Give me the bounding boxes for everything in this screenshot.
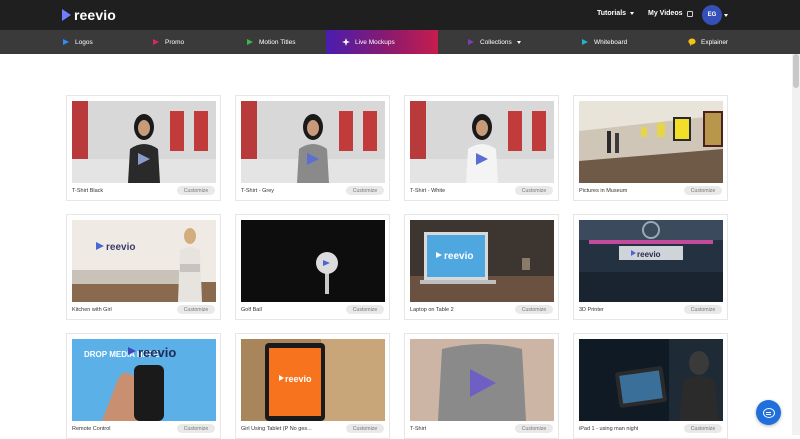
- customize-button[interactable]: Customize: [346, 186, 384, 195]
- template-title: T-Shirt - White: [410, 188, 446, 194]
- tab-label: Explainer: [701, 38, 729, 46]
- template-thumbnail[interactable]: [410, 339, 554, 421]
- template-title: Remote Control: [72, 426, 111, 432]
- template-card[interactable]: T-Shirt - White Customize: [404, 95, 559, 201]
- motion-titles-icon: [247, 39, 253, 45]
- customize-button[interactable]: Customize: [346, 424, 384, 433]
- template-title: T-Shirt - Grey: [241, 188, 275, 194]
- tab-live-mockups[interactable]: Live Mockups: [326, 30, 438, 54]
- tab-label: Collections: [480, 38, 512, 46]
- external-link-icon: [686, 10, 693, 17]
- template-card[interactable]: Pictures in Museum Customize: [573, 95, 728, 201]
- thumb-brand-text: reevio: [444, 251, 473, 262]
- thumb-brand-text: reevio: [637, 250, 661, 259]
- template-card[interactable]: Golf Ball Customize: [235, 214, 390, 320]
- template-title: T-Shirt: [410, 426, 427, 432]
- template-title: Golf Ball: [241, 307, 262, 313]
- template-thumbnail[interactable]: reevio: [579, 220, 723, 302]
- template-thumbnail[interactable]: [579, 101, 723, 183]
- chat-icon: [762, 407, 775, 418]
- chevron-down-icon[interactable]: [724, 14, 728, 17]
- customize-button[interactable]: Customize: [515, 424, 553, 433]
- thumb-brand-text: reevio: [285, 374, 312, 384]
- tutorials-menu[interactable]: Tutorials: [597, 10, 635, 17]
- template-thumbnail[interactable]: [410, 101, 554, 183]
- my-videos-label: My Videos: [648, 10, 683, 17]
- brand-name: reevio: [74, 7, 116, 23]
- thumb-brand-text: reevio: [106, 242, 135, 253]
- whiteboard-icon: [582, 39, 588, 45]
- template-card[interactable]: reevio Girl Using Tablet (P No ges... Cu…: [235, 333, 390, 439]
- template-title: Girl Using Tablet (P No ges...: [241, 426, 312, 432]
- tab-collections[interactable]: Collections: [467, 30, 547, 54]
- template-card[interactable]: T-Shirt - Grey Customize: [235, 95, 390, 201]
- tab-promo[interactable]: Promo: [152, 30, 212, 54]
- customize-button[interactable]: Customize: [515, 186, 553, 195]
- template-thumbnail[interactable]: [241, 220, 385, 302]
- customize-button[interactable]: Customize: [177, 424, 215, 433]
- tab-explainer[interactable]: Explainer: [688, 30, 748, 54]
- top-bar: reevio Tutorials My Videos EG: [0, 0, 800, 30]
- tutorials-label: Tutorials: [597, 10, 627, 17]
- template-thumbnail[interactable]: [579, 339, 723, 421]
- template-title: Kitchen with Girl: [72, 307, 112, 313]
- template-card[interactable]: T-Shirt Black Customize: [66, 95, 221, 201]
- tab-whiteboard[interactable]: Whiteboard: [581, 30, 651, 54]
- template-thumbnail[interactable]: reevio: [410, 220, 554, 302]
- template-card[interactable]: T-Shirt Customize: [404, 333, 559, 439]
- logos-icon: [63, 39, 69, 45]
- chat-button[interactable]: [756, 400, 781, 425]
- template-card[interactable]: reevio Kitchen with Girl Customize: [66, 214, 221, 320]
- my-videos-link[interactable]: My Videos: [648, 10, 693, 17]
- template-title: iPad 1 - using man night: [579, 426, 639, 432]
- tab-motion-titles[interactable]: Motion Titles: [246, 30, 326, 54]
- template-thumbnail[interactable]: [72, 101, 216, 183]
- tab-label: Promo: [165, 38, 185, 46]
- chevron-down-icon: [630, 12, 635, 15]
- category-bar: Logos Promo Motion Titles Live Mockups C…: [0, 30, 800, 54]
- play-icon: [62, 9, 71, 21]
- customize-button[interactable]: Customize: [684, 305, 722, 314]
- template-title: Laptop on Table 2: [410, 307, 454, 313]
- template-card[interactable]: DROP MEDIA HERE reevio Remote Control Cu…: [66, 333, 221, 439]
- template-thumbnail[interactable]: reevio: [72, 220, 216, 302]
- tab-label: Motion Titles: [259, 38, 296, 46]
- template-thumbnail[interactable]: reevio: [241, 339, 385, 421]
- tab-label: Logos: [75, 38, 93, 46]
- customize-button[interactable]: Customize: [684, 424, 722, 433]
- customize-button[interactable]: Customize: [177, 186, 215, 195]
- template-title: 3D Printer: [579, 307, 604, 313]
- explainer-icon: [688, 38, 696, 46]
- customize-button[interactable]: Customize: [177, 305, 215, 314]
- live-mockups-icon: [342, 38, 350, 46]
- thumb-brand-text: reevio: [138, 345, 176, 360]
- reevio-logo[interactable]: reevio: [62, 7, 116, 23]
- customize-button[interactable]: Customize: [515, 305, 553, 314]
- promo-icon: [153, 39, 159, 45]
- template-title: T-Shirt Black: [72, 188, 104, 194]
- template-card[interactable]: reevio 3D Printer Customize: [573, 214, 728, 320]
- template-card[interactable]: iPad 1 - using man night Customize: [573, 333, 728, 439]
- template-thumbnail[interactable]: DROP MEDIA HERE reevio: [72, 339, 216, 421]
- tab-label: Live Mockups: [355, 38, 395, 46]
- template-title: Pictures in Museum: [579, 188, 628, 194]
- tab-label: Whiteboard: [594, 38, 628, 46]
- scrollbar-track[interactable]: [792, 54, 800, 435]
- collections-icon: [468, 39, 474, 45]
- customize-button[interactable]: Customize: [346, 305, 384, 314]
- scrollbar-thumb[interactable]: [793, 54, 799, 88]
- template-card[interactable]: reevio Laptop on Table 2 Customize: [404, 214, 559, 320]
- chevron-down-icon: [516, 40, 521, 44]
- avatar[interactable]: EG: [702, 5, 722, 25]
- template-thumbnail[interactable]: [241, 101, 385, 183]
- tab-logos[interactable]: Logos: [62, 30, 122, 54]
- customize-button[interactable]: Customize: [684, 186, 722, 195]
